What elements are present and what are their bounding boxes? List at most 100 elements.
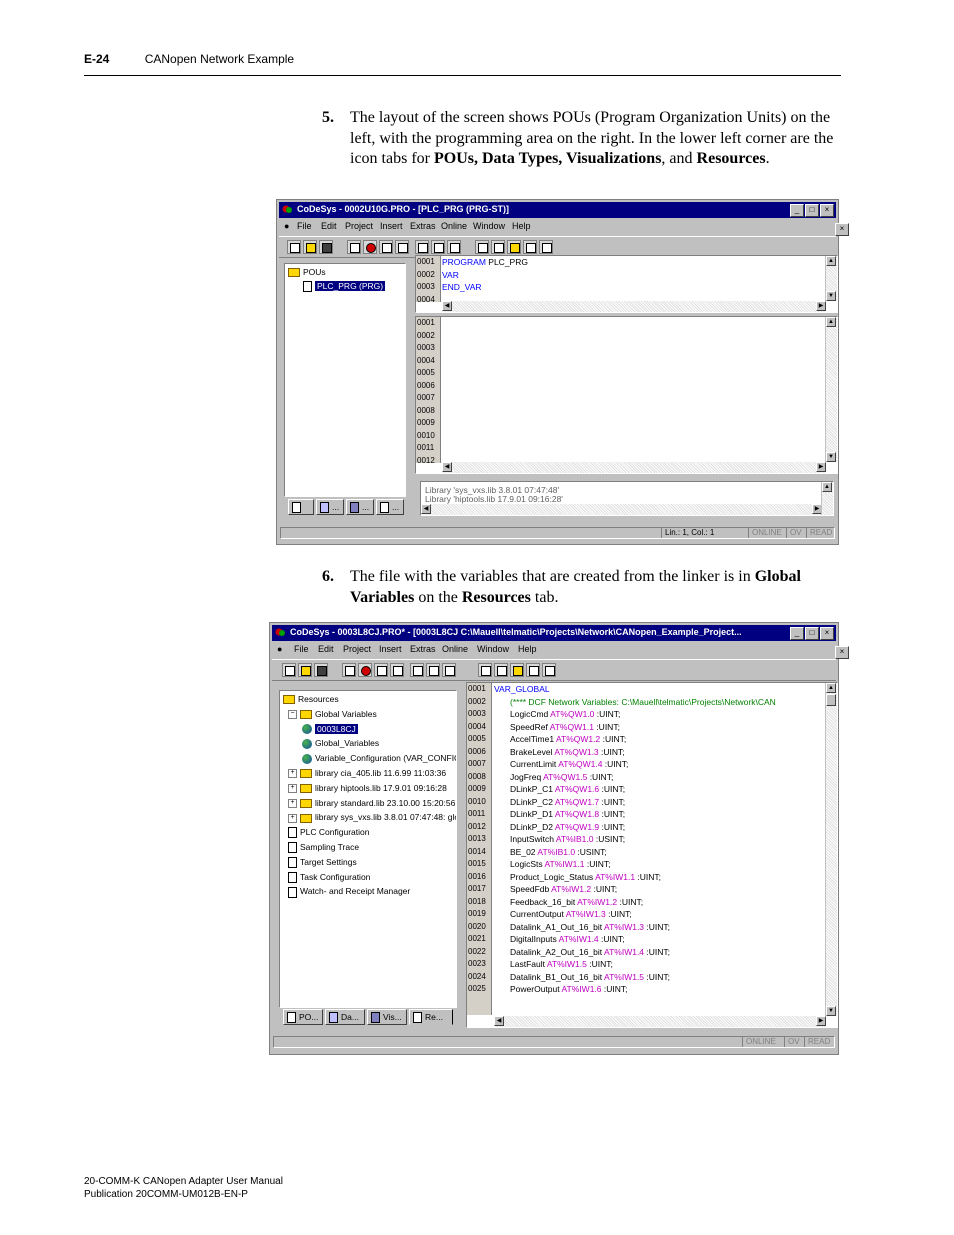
write-icon[interactable] <box>426 663 440 677</box>
step-in-icon[interactable] <box>390 663 404 677</box>
save-icon[interactable] <box>319 240 333 254</box>
open-icon[interactable] <box>303 240 317 254</box>
menu-file[interactable]: File <box>294 644 309 654</box>
tab-visualizations[interactable]: ... <box>346 499 374 515</box>
tab-data-types[interactable]: ... <box>316 499 344 515</box>
tree-item[interactable]: Sampling Trace <box>288 842 359 854</box>
code-line: SpeedRef AT%QW1.1 :UINT; <box>494 721 824 734</box>
tree-item[interactable]: Watch- and Receipt Manager <box>288 886 410 898</box>
close-button[interactable]: × <box>820 627 834 640</box>
global-variables-editor[interactable]: 0001 0002 0003 0004 0005 0006 0007 0008 0009 0010… <box>466 682 838 1028</box>
mdi-close-button[interactable]: × <box>835 223 849 236</box>
menu-online[interactable]: Online <box>442 644 468 654</box>
copy-icon[interactable] <box>494 663 508 677</box>
vertical-scrollbar[interactable]: ▲ ▼ <box>825 683 837 1016</box>
tab-resources[interactable]: Re... <box>409 1009 453 1025</box>
open-icon[interactable] <box>298 663 312 677</box>
run-icon[interactable] <box>374 663 388 677</box>
tree-item[interactable]: + library hiptools.lib 17.9.01 09:16:28 <box>288 783 447 794</box>
menu-window[interactable]: Window <box>477 644 509 654</box>
find-next-icon[interactable] <box>542 663 556 677</box>
build-icon[interactable] <box>347 240 361 254</box>
tree-item[interactable]: 0003L8CJ <box>302 723 358 735</box>
tree-item[interactable]: + library sys_vxs.lib 3.8.01 07:47:48: gl… <box>288 812 456 823</box>
maximize-button[interactable]: □ <box>805 204 819 217</box>
step-in-icon[interactable] <box>395 240 409 254</box>
minimize-button[interactable]: _ <box>790 627 804 640</box>
menu-edit[interactable]: Edit <box>318 644 334 654</box>
menu-extras[interactable]: Extras <box>410 644 436 654</box>
tree-item[interactable]: PLC Configuration <box>288 827 369 839</box>
tree-item[interactable]: + library cia_405.lib 11.6.99 11:03:36 <box>288 768 446 779</box>
minimize-button[interactable]: _ <box>790 204 804 217</box>
new-icon[interactable] <box>282 663 296 677</box>
expand-toggle[interactable]: + <box>288 769 297 779</box>
tree-item[interactable]: Resources <box>283 694 339 705</box>
menu-project[interactable]: Project <box>345 221 373 231</box>
cut-icon[interactable] <box>475 240 489 254</box>
tab-pous[interactable] <box>288 499 314 515</box>
paste-icon[interactable] <box>510 663 524 677</box>
step-over-icon[interactable] <box>410 663 424 677</box>
code-line: InputSwitch AT%IB1.0 :USINT; <box>494 833 824 846</box>
close-button[interactable]: × <box>820 204 834 217</box>
tree-item[interactable]: Task Configuration <box>288 872 370 883</box>
menu-extras[interactable]: Extras <box>410 221 436 231</box>
declaration-editor[interactable]: 0001 0002 0003 0004 PROGRAM PLC_PRG VAR END_V… <box>415 255 838 313</box>
save-icon[interactable] <box>314 663 328 677</box>
expand-toggle[interactable]: + <box>288 784 297 794</box>
collapse-toggle[interactable]: − <box>288 710 297 720</box>
menu-help[interactable]: Help <box>518 644 537 654</box>
tree-item[interactable]: + library standard.lib 23.10.00 15:20:56 <box>288 798 455 808</box>
maximize-button[interactable]: □ <box>805 627 819 640</box>
stop-icon[interactable] <box>363 240 377 254</box>
menu-window[interactable]: Window <box>473 221 505 231</box>
expand-toggle[interactable]: + <box>288 813 297 823</box>
menu-insert[interactable]: Insert <box>380 221 403 231</box>
cut-icon[interactable] <box>478 663 492 677</box>
paste-icon[interactable] <box>507 240 521 254</box>
menu-insert[interactable]: Insert <box>379 644 402 654</box>
menu-help[interactable]: Help <box>512 221 531 231</box>
step-over-icon[interactable] <box>415 240 429 254</box>
tree-item[interactable]: Variable_Configuration (VAR_CONFIG) <box>302 753 456 764</box>
stop-icon[interactable] <box>358 663 372 677</box>
horizontal-scrollbar[interactable]: ◀ ▶ <box>494 1016 826 1027</box>
new-icon[interactable] <box>287 240 301 254</box>
vertical-scrollbar[interactable]: ▲ ▼ <box>825 317 837 462</box>
tab-pous[interactable]: PO... <box>283 1009 323 1025</box>
menu-file[interactable]: File <box>297 221 312 231</box>
tree-item[interactable]: Global_Variables <box>302 738 379 750</box>
menu-project[interactable]: Project <box>343 644 371 654</box>
line-number: 0005 <box>417 368 435 377</box>
horizontal-scrollbar[interactable]: ◀ ▶ <box>421 504 822 515</box>
tree-item-pous[interactable]: POUs <box>288 267 326 278</box>
force-icon[interactable] <box>442 663 456 677</box>
tree-item-plc-prg[interactable]: PLC_PRG (PRG) <box>303 281 386 293</box>
find-icon[interactable] <box>526 663 540 677</box>
run-icon[interactable] <box>379 240 393 254</box>
find-next-icon[interactable] <box>539 240 553 254</box>
tab-data-types[interactable]: Da... <box>325 1009 365 1025</box>
horizontal-scrollbar[interactable]: ◀ ▶ <box>442 462 826 473</box>
code-editor[interactable]: 0001 0002 0003 0004 0005 0006 0007 0008 0009 0010… <box>415 316 838 474</box>
mdi-close-button[interactable]: × <box>835 646 849 659</box>
tab-resources[interactable]: ... <box>376 499 404 515</box>
menu-edit[interactable]: Edit <box>321 221 337 231</box>
tree-item[interactable]: Target Settings <box>288 857 357 869</box>
menu-icon[interactable]: ● <box>284 221 289 231</box>
tab-visualizations[interactable]: Vis... <box>367 1009 407 1025</box>
menu-icon[interactable]: ● <box>277 644 282 654</box>
expand-toggle[interactable]: + <box>288 798 297 808</box>
copy-icon[interactable] <box>491 240 505 254</box>
horizontal-scrollbar[interactable]: ◀ ▶ <box>442 301 826 312</box>
force-icon[interactable] <box>447 240 461 254</box>
menu-online[interactable]: Online <box>441 221 467 231</box>
vertical-scrollbar[interactable]: ▲ ▼ <box>825 256 837 301</box>
write-icon[interactable] <box>431 240 445 254</box>
variable-type: :USINT; <box>575 846 607 857</box>
build-icon[interactable] <box>342 663 356 677</box>
tree-item[interactable]: − Global Variables <box>288 709 377 720</box>
find-icon[interactable] <box>523 240 537 254</box>
vertical-scrollbar[interactable]: ▲ <box>821 482 833 515</box>
